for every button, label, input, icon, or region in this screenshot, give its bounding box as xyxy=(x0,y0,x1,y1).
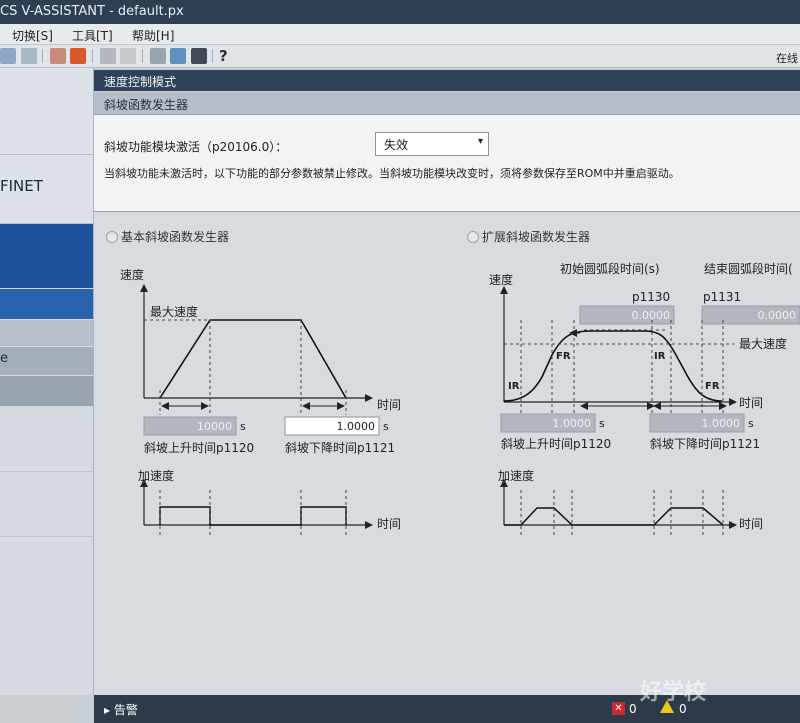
basic-max-speed-label: 最大速度 xyxy=(150,304,198,319)
sidebar-item-label: FINET xyxy=(0,177,43,195)
online-status: 在线 xyxy=(776,52,798,65)
p1130-value: 0.0000 xyxy=(632,309,671,322)
basic-accel-label: 加速度 xyxy=(138,468,174,483)
unit-label: s xyxy=(599,417,605,430)
window-title: CS V-ASSISTANT - default.px xyxy=(0,4,184,19)
basic-speed-curve xyxy=(159,319,347,399)
section-header: 斜坡函数发生器 xyxy=(94,92,800,115)
sidebar-item-active[interactable] xyxy=(0,224,93,288)
refresh-icon[interactable] xyxy=(120,48,136,64)
basic-accel-plot: 加速度 时间 xyxy=(138,468,401,535)
monitor-icon[interactable] xyxy=(170,48,186,64)
ext-speed-curve xyxy=(503,330,723,402)
sidebar-item[interactable] xyxy=(0,407,93,472)
ext-ramp-up-time-value: 1.0000 xyxy=(553,417,592,430)
p1130-label: p1130 xyxy=(632,290,670,304)
camera-icon[interactable] xyxy=(191,48,207,64)
alarm-panel-toggle[interactable]: ▸ 告警 xyxy=(104,701,138,718)
ext-time-label: 时间 xyxy=(739,396,763,410)
ext-accel-time-label: 时间 xyxy=(739,517,763,531)
sidebar-item[interactable] xyxy=(0,376,93,406)
stop-icon[interactable] xyxy=(150,48,166,64)
ramp-down-time-label: 斜坡下降时间p1121 xyxy=(285,441,395,455)
ramp-up-time-label: 斜坡上升时间p1120 xyxy=(144,441,254,455)
ext-ramp-down-time-label: 斜坡下降时间p1121 xyxy=(650,437,760,451)
ir-label: IR xyxy=(508,381,520,392)
watermark: 好学校 xyxy=(640,680,707,705)
unit-label: s xyxy=(748,417,754,430)
ext-ramp-up-time-label: 斜坡上升时间p1120 xyxy=(501,437,611,451)
toolbar-separator xyxy=(92,49,93,63)
save-icon[interactable] xyxy=(0,48,16,64)
basic-time-label: 时间 xyxy=(377,398,401,412)
ext-accel-label: 加速度 xyxy=(498,468,534,483)
unit-label: s xyxy=(240,420,246,433)
ext-max-speed-label: 最大速度 xyxy=(739,336,787,351)
sidebar-item[interactable]: e xyxy=(0,347,93,375)
basic-speed-plot: 速度 最大速度 时间 xyxy=(120,267,401,415)
toolbar: ? 在线 xyxy=(0,45,800,68)
sidebar-item[interactable] xyxy=(0,68,93,155)
ext-accel-curve xyxy=(504,507,724,526)
toolbar-separator xyxy=(142,49,143,63)
toolbar-separator xyxy=(42,49,43,63)
ext-ramp-down-time-value: 1.0000 xyxy=(702,417,741,430)
basic-accel-curve xyxy=(159,506,347,526)
sidebar: FINET e xyxy=(0,68,94,695)
ir-label: IR xyxy=(654,351,666,362)
home-icon[interactable] xyxy=(100,48,116,64)
menu-tools[interactable]: 工具[T] xyxy=(72,27,113,44)
basic-accel-time-label: 时间 xyxy=(377,517,401,531)
sidebar-item[interactable] xyxy=(0,472,93,537)
fr-label: FR xyxy=(705,381,720,392)
ramp-down-time-value: 1.0000 xyxy=(337,420,376,433)
p1131-label: p1131 xyxy=(703,290,741,304)
section-title: 斜坡函数发生器 xyxy=(104,98,189,112)
menu-bar: 切换[S] 工具[T] 帮助[H] xyxy=(0,24,800,45)
flash-icon[interactable] xyxy=(70,48,86,64)
alarm-label: 告警 xyxy=(113,703,138,717)
start-rounding-label: 初始圆弧段时间(s) xyxy=(560,261,660,276)
mode-title: 速度控制模式 xyxy=(104,75,177,89)
error-count: 0 xyxy=(629,702,637,716)
help-icon[interactable]: ? xyxy=(219,47,228,65)
sidebar-item-label: e xyxy=(0,351,8,366)
extended-accel-plot: 加速度 时间 xyxy=(498,468,763,535)
toolbar-separator xyxy=(212,49,213,63)
p1131-value: 0.0000 xyxy=(758,309,797,322)
unit-label: s xyxy=(383,420,389,433)
menu-help[interactable]: 帮助[H] xyxy=(132,27,174,44)
end-rounding-label: 结束圆弧段时间( xyxy=(704,261,793,276)
fr-label: FR xyxy=(556,351,571,362)
error-icon[interactable]: ✕ xyxy=(612,702,625,715)
sidebar-item-active-sub[interactable] xyxy=(0,289,93,319)
print-icon[interactable] xyxy=(21,48,37,64)
title-bar: CS V-ASSISTANT - default.px xyxy=(0,0,800,24)
basic-speed-label: 速度 xyxy=(120,267,144,282)
mode-header: 速度控制模式 xyxy=(94,70,800,91)
content-area: 斜坡功能模块激活（p20106.0）： 失效 ▾ 当斜坡功能未激活时，以下功能的… xyxy=(94,115,800,695)
sidebar-item[interactable] xyxy=(0,320,93,346)
ramp-up-time-value: 10000 xyxy=(197,420,232,433)
pencil-icon[interactable] xyxy=(50,48,66,64)
sidebar-item-profinet[interactable]: FINET xyxy=(0,155,93,224)
menu-switch[interactable]: 切换[S] xyxy=(12,27,53,44)
ext-speed-label: 速度 xyxy=(489,272,513,287)
ramp-diagrams: 速度 最大速度 时间 10000 s 1.0000 s 斜坡上升时间p1120 … xyxy=(120,261,800,535)
